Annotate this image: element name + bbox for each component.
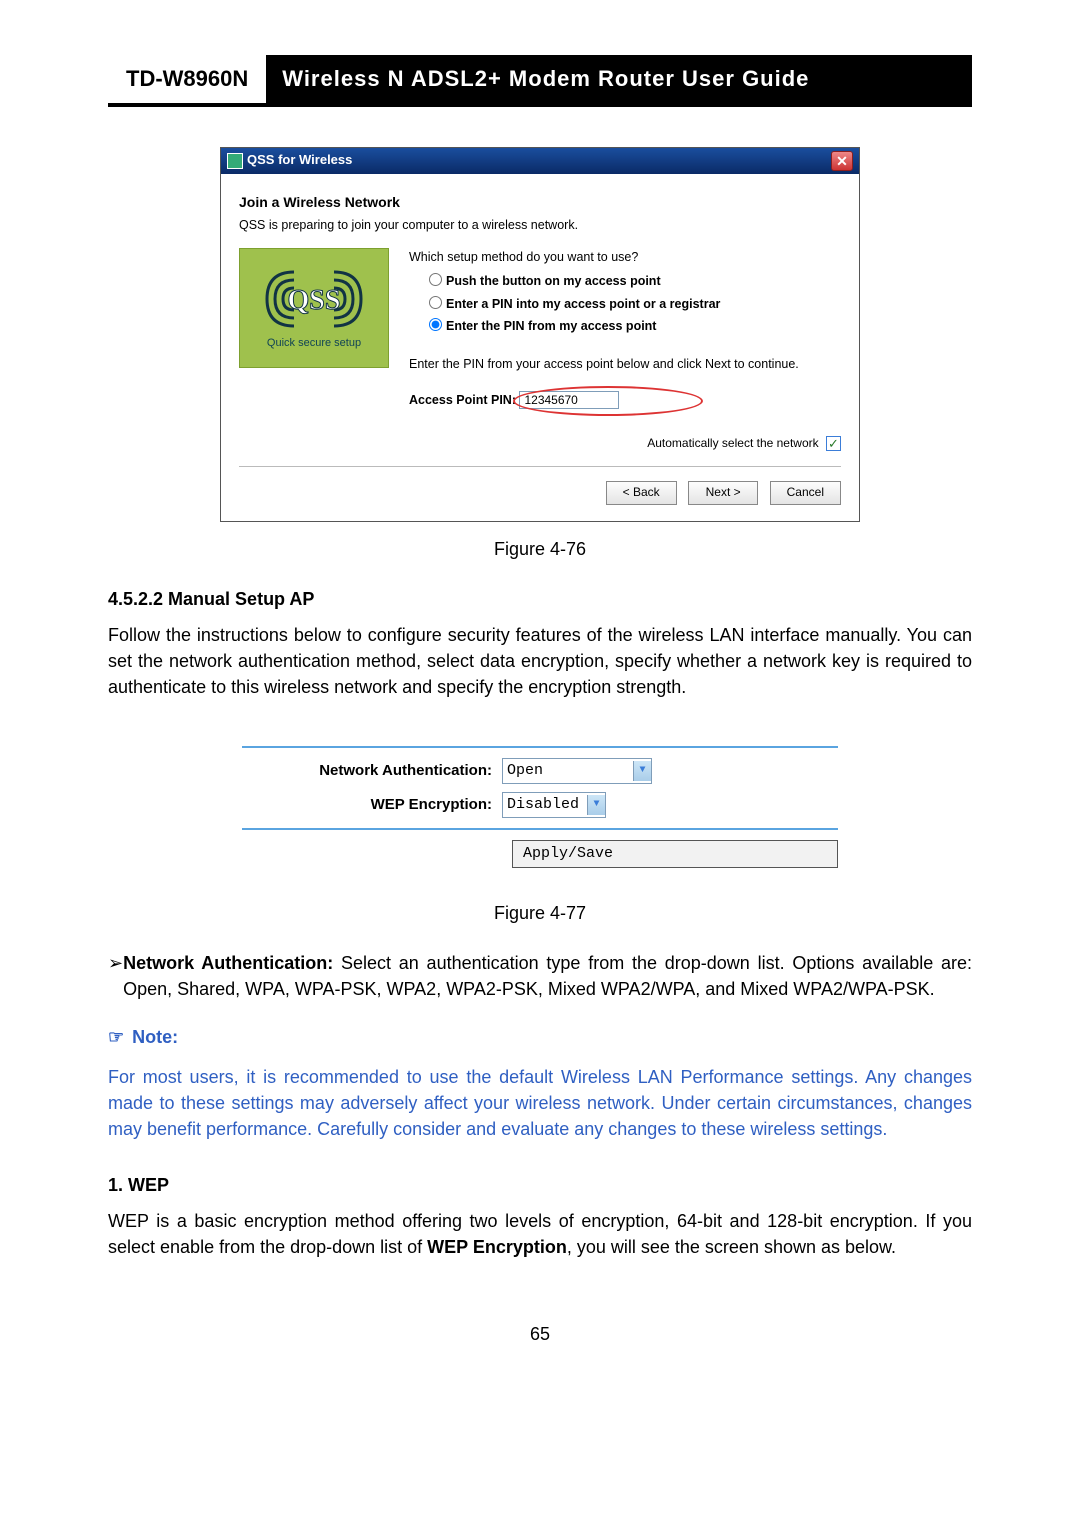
model-number: TD-W8960N — [108, 57, 266, 101]
auto-select-checkbox[interactable] — [826, 436, 841, 451]
net-auth-label: Network Authentication: — [242, 760, 502, 782]
figure-4-76: QSS for Wireless ✕ Join a Wireless Netwo… — [220, 147, 860, 562]
chevron-down-icon: ▼ — [633, 761, 651, 781]
figure-476-caption: Figure 4-76 — [220, 536, 860, 562]
wep-paragraph: WEP is a basic encryption method offerin… — [108, 1208, 972, 1260]
dialog-title: QSS for Wireless — [247, 151, 352, 170]
wep-enc-label: WEP Encryption: — [242, 794, 502, 816]
app-icon — [227, 153, 243, 169]
access-point-pin-input[interactable] — [519, 391, 619, 409]
qss-logo-panel: QSS Quick secure setup — [239, 248, 389, 452]
pin-label: Access Point PIN: — [409, 393, 516, 407]
back-button[interactable]: < Back — [606, 481, 677, 504]
figure-4-77: Network Authentication: Open ▼ WEP Encry… — [220, 722, 860, 885]
setup-method-question: Which setup method do you want to use? — [409, 248, 841, 266]
figure-477-caption: Figure 4-77 — [108, 900, 972, 926]
qss-wave-icon: QSS — [259, 264, 369, 334]
section-para: Follow the instructions below to configu… — [108, 622, 972, 700]
wep-enc-select[interactable]: Disabled ▼ — [502, 792, 606, 818]
close-icon[interactable]: ✕ — [831, 151, 853, 171]
auto-select-label: Automatically select the network — [647, 436, 818, 450]
cancel-button[interactable]: Cancel — [770, 481, 841, 504]
svg-text:QSS: QSS — [288, 285, 341, 316]
radio-push-button[interactable]: Push the button on my access point — [429, 272, 841, 290]
page-number: 65 — [108, 1321, 972, 1347]
dialog-heading: Join a Wireless Network — [239, 184, 841, 216]
header: TD-W8960N Wireless N ADSL2+ Modem Router… — [108, 55, 972, 107]
pin-prompt: Enter the PIN from your access point bel… — [409, 355, 841, 373]
apply-save-button[interactable]: Apply/Save — [512, 840, 838, 868]
bullet-net-auth: ➢ Network Authentication: Select an auth… — [108, 950, 972, 1002]
wep-heading: 1. WEP — [108, 1172, 972, 1198]
dialog-titlebar: QSS for Wireless ✕ — [221, 148, 859, 174]
dialog-intro: QSS is preparing to join your computer t… — [239, 216, 841, 234]
hand-icon: ☞ — [108, 1024, 124, 1050]
net-auth-select[interactable]: Open ▼ — [502, 758, 652, 784]
qss-dialog: QSS for Wireless ✕ Join a Wireless Netwo… — [220, 147, 860, 522]
radio-enter-pin-registrar[interactable]: Enter a PIN into my access point or a re… — [429, 295, 841, 313]
qss-subtitle: Quick secure setup — [267, 336, 361, 352]
chevron-down-icon: ▼ — [587, 795, 605, 815]
next-button[interactable]: Next > — [688, 481, 758, 504]
note-heading: ☞ Note: — [108, 1024, 972, 1050]
section-heading: 4.5.2.2 Manual Setup AP — [108, 586, 972, 612]
doc-title: Wireless N ADSL2+ Modem Router User Guid… — [266, 55, 972, 103]
note-text: For most users, it is recommended to use… — [108, 1064, 972, 1142]
radio-enter-pin-from-ap[interactable]: Enter the PIN from my access point — [429, 317, 841, 335]
